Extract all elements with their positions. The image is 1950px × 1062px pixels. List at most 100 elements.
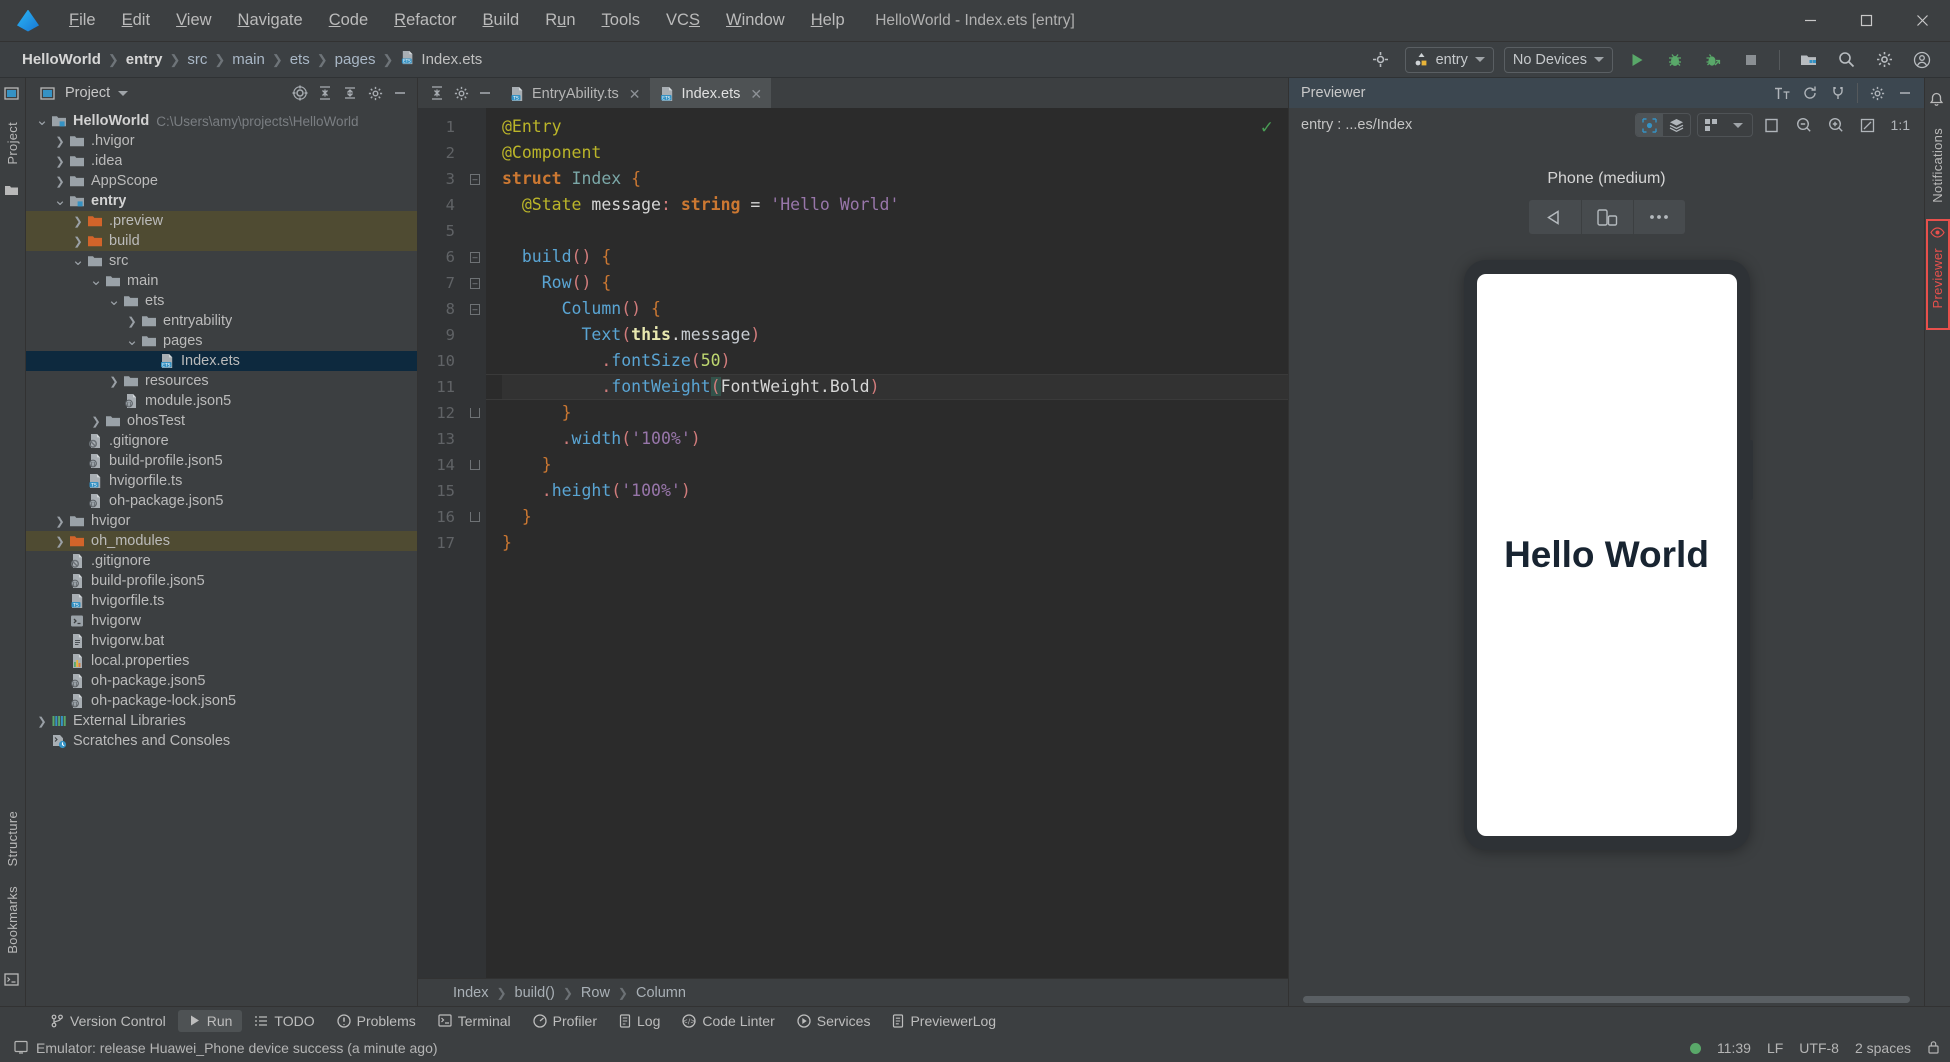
editor-breadcrumb-item[interactable]: Index (448, 984, 493, 1002)
close-icon[interactable]: ✕ (629, 86, 641, 103)
menu-refactor[interactable]: Refactor (381, 6, 469, 35)
tree-node-module-json5[interactable]: {} module.json5 (26, 391, 417, 411)
tree-node-oh-package-lock-json5[interactable]: {} oh-package-lock.json5 (26, 691, 417, 711)
gear-icon[interactable] (450, 82, 472, 104)
tree-node-resources[interactable]: ❯ resources (26, 371, 417, 391)
chevron-right-icon[interactable]: ❯ (52, 175, 68, 188)
menu-code[interactable]: Code (316, 6, 381, 35)
menu-window[interactable]: Window (713, 6, 798, 35)
code-line-13[interactable]: .width('100%') (502, 426, 1288, 452)
menu-run[interactable]: Run (532, 6, 588, 35)
chevron-down-icon[interactable] (118, 90, 129, 96)
minimize-button[interactable] (1782, 0, 1838, 42)
menu-edit[interactable]: Edit (109, 6, 163, 35)
editor-tab-entryability-ts[interactable]: TS EntryAbility.ts ✕ (500, 78, 650, 108)
code-line-9[interactable]: Text(this.message) (502, 322, 1288, 348)
tree-node-local-properties[interactable]: local.properties (26, 651, 417, 671)
tree-node-gitignore[interactable]: .gitignore (26, 431, 417, 451)
tool-window-previewerlog[interactable]: PreviewerLog (882, 1010, 1006, 1032)
menu-view[interactable]: View (163, 6, 224, 35)
indent-label[interactable]: 2 spaces (1855, 1040, 1911, 1056)
zoom-level-label[interactable]: 1:1 (1887, 113, 1914, 137)
code-line-17[interactable]: } (502, 530, 1288, 556)
fold-gutter[interactable]: – – – – (464, 108, 486, 978)
editor-breadcrumb-item[interactable]: Row (576, 984, 615, 1002)
breadcrumb-item-helloworld[interactable]: HelloWorld (18, 49, 105, 70)
chevron-down-icon[interactable]: ⌄ (34, 113, 50, 128)
tree-node-src[interactable]: ⌄ src (26, 251, 417, 271)
editor-breadcrumb-item[interactable]: Column (631, 984, 691, 1002)
status-time[interactable]: 11:39 (1717, 1040, 1751, 1056)
breadcrumb-file[interactable]: ETS Index.ets (396, 48, 486, 71)
tree-node-oh-modules[interactable]: ❯ oh_modules (26, 531, 417, 551)
tree-node-appscope[interactable]: ❯ AppScope (26, 171, 417, 191)
chevron-right-icon[interactable]: ❯ (52, 535, 68, 548)
line-separator-label[interactable]: LF (1767, 1040, 1783, 1056)
chevron-right-icon[interactable]: ❯ (70, 215, 86, 228)
tree-node-oh-package-json5[interactable]: {} oh-package.json5 (26, 491, 417, 511)
tree-node-hvigor[interactable]: ❯ hvigor (26, 511, 417, 531)
fold-collapse-icon[interactable]: – (470, 277, 480, 289)
zoom-out-icon[interactable] (1791, 113, 1817, 137)
collapse-all-icon[interactable] (314, 82, 336, 104)
code-line-4[interactable]: @State message: string = 'Hello World' (502, 192, 1288, 218)
rail-item-previewer[interactable]: Previewer (1925, 218, 1950, 331)
chevron-right-icon[interactable]: ❯ (124, 315, 140, 328)
fold-collapse-icon[interactable]: – (470, 303, 480, 315)
code-line-16[interactable]: } (502, 504, 1288, 530)
chevron-right-icon[interactable]: ❯ (106, 375, 122, 388)
tree-node-idea[interactable]: ❯ .idea (26, 151, 417, 171)
code-content[interactable]: @Entry @Component struct Index { @State me… (486, 108, 1288, 978)
chevron-right-icon[interactable]: ❯ (88, 415, 104, 428)
tree-node-preview[interactable]: ❯ .preview (26, 211, 417, 231)
hide-panel-icon[interactable] (389, 82, 411, 104)
tree-node-build[interactable]: ❯ build (26, 231, 417, 251)
code-line-6[interactable]: build() { (502, 244, 1288, 270)
chevron-down-icon[interactable]: ⌄ (70, 253, 86, 268)
menu-vcs[interactable]: VCS (653, 6, 713, 35)
menu-build[interactable]: Build (470, 6, 533, 35)
expand-all-icon[interactable] (339, 82, 361, 104)
editor-tab-index-ets[interactable]: ETS Index.ets ✕ (649, 78, 772, 108)
tree-node-gitignore[interactable]: .gitignore (26, 551, 417, 571)
breadcrumb-item-main[interactable]: main (228, 49, 269, 70)
debug-button[interactable] (1661, 47, 1689, 73)
zoom-in-icon[interactable] (1823, 113, 1849, 137)
chevron-right-icon[interactable]: ❯ (52, 135, 68, 148)
tree-node-oh-package-json5[interactable]: {} oh-package.json5 (26, 671, 417, 691)
tree-node-index-ets[interactable]: ETS Index.ets (26, 351, 417, 371)
gear-icon[interactable] (1870, 47, 1898, 73)
code-line-15[interactable]: .height('100%') (502, 478, 1288, 504)
tree-node-hvigorfile-ts[interactable]: TS hvigorfile.ts (26, 591, 417, 611)
plug-icon[interactable] (1825, 81, 1851, 105)
chevron-right-icon[interactable]: ❯ (52, 515, 68, 528)
tree-node-external-libraries[interactable]: ❯ External Libraries (26, 711, 417, 731)
target-icon[interactable] (1367, 47, 1395, 73)
tree-node-ets[interactable]: ⌄ ets (26, 291, 417, 311)
account-icon[interactable] (1908, 47, 1936, 73)
run-configuration-selector[interactable]: entry (1404, 46, 1494, 73)
code-line-12[interactable]: } (502, 400, 1288, 426)
inspector-icon[interactable] (1635, 114, 1663, 136)
code-line-3[interactable]: struct Index { (502, 166, 1288, 192)
chevron-down-icon[interactable]: ⌄ (88, 273, 104, 288)
tree-node-entryability[interactable]: ❯ entryability (26, 311, 417, 331)
menu-navigate[interactable]: Navigate (225, 6, 316, 35)
encoding-label[interactable]: UTF-8 (1799, 1040, 1839, 1056)
breadcrumb-item-ets[interactable]: ets (286, 49, 314, 70)
project-tree[interactable]: ⌄ HelloWorld C:\Users\amy\projects\HelloWo… (26, 108, 417, 1006)
rail-item-project[interactable]: Project (5, 112, 20, 175)
tree-node-hvigorw[interactable]: hvigorw (26, 611, 417, 631)
tree-node-hvigorfile-ts[interactable]: TS hvigorfile.ts (26, 471, 417, 491)
gear-icon[interactable] (364, 82, 386, 104)
font-size-icon[interactable] (1769, 81, 1795, 105)
orientation-icon[interactable] (1580, 200, 1633, 234)
tree-node-build-profile-json5[interactable]: {} build-profile.json5 (26, 451, 417, 471)
refresh-icon[interactable] (1797, 81, 1823, 105)
code-line-11[interactable]: .fontWeight(FontWeight.Bold) (502, 374, 1288, 400)
code-line-7[interactable]: Row() { (502, 270, 1288, 296)
tool-window-services[interactable]: Services (787, 1010, 881, 1032)
editor-viewport[interactable]: 1 2 3 4 5 6 7 8 9 10 11 12 13 14 15 16 17 – – – – @Entry @Co… (418, 108, 1288, 978)
rotate-left-icon[interactable] (1529, 200, 1581, 234)
code-line-14[interactable]: } (502, 452, 1288, 478)
